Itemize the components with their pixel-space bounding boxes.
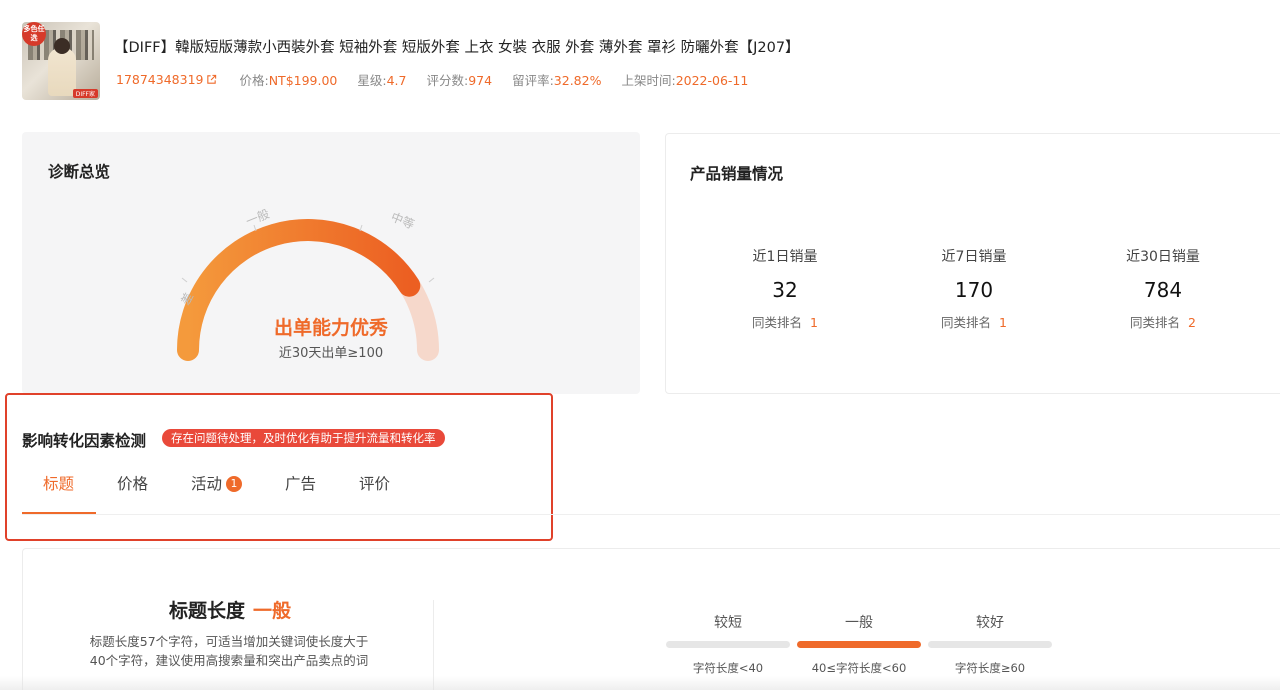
scale-short: 较短 字符长度<40	[666, 612, 790, 676]
tab-activity[interactable]: 活动 1	[191, 472, 243, 494]
product-id-link[interactable]: 17874348319	[116, 72, 217, 87]
gauge-sub-text: 近30天出单≥100	[278, 346, 384, 361]
title-length-heading: 标题长度 一般	[120, 596, 340, 623]
price-value: NT$199.00	[268, 73, 338, 88]
thumb-tag: DIFF家	[72, 89, 98, 98]
sales-value: 32	[772, 278, 798, 302]
rank-label: 同类排名	[941, 315, 992, 330]
external-link-icon	[207, 74, 217, 84]
reviews-value: 974	[468, 73, 493, 88]
sales-rank: 同类排名 1	[899, 312, 1049, 331]
gauge-label-excellent: 优秀	[457, 295, 458, 323]
price-label: 价格:	[239, 73, 269, 88]
tab-label: 广告	[285, 475, 317, 493]
tab-title[interactable]: 标题	[43, 472, 74, 494]
listed-label: 上架时间:	[621, 73, 676, 88]
title-length-level: 一般	[253, 600, 292, 622]
sales-col-7d: 近7日销量 170 同类排名 1	[899, 246, 1049, 331]
scale-name: 一般	[845, 615, 873, 631]
rank-value: 1	[999, 315, 1007, 330]
sales-label: 近7日销量	[941, 249, 1007, 265]
reviews-label: 评分数:	[426, 73, 469, 88]
rank-label: 同类排名	[1130, 315, 1181, 330]
gauge-label-fair: 一般	[244, 206, 272, 229]
product-thumbnail[interactable]: 多色任选 DIFF家	[22, 22, 100, 100]
gauge-main-text: 出单能力优秀	[273, 317, 388, 339]
scale-medium: 一般 40≤字符长度<60	[797, 612, 921, 676]
thumb-model-head	[54, 38, 70, 54]
title-length-description: 标题长度57个字符，可适当增加关键词使长度大于40个字符，建议使用高搜索量和突出…	[89, 634, 369, 668]
tab-count-badge: 1	[226, 476, 243, 492]
highlight-frame	[5, 393, 553, 541]
scale-bar	[797, 641, 921, 648]
sales-rank: 同类排名 2	[1088, 312, 1238, 331]
product-id: 17874348319	[116, 72, 204, 87]
diagnosis-title: 诊断总览	[48, 163, 111, 181]
sales-col-1d: 近1日销量 32 同类排名 1	[710, 246, 860, 331]
thumb-model	[48, 48, 76, 96]
tab-label: 活动	[191, 475, 223, 493]
scale-bar	[928, 641, 1052, 648]
scale-good: 较好 字符长度≥60	[928, 612, 1052, 676]
sales-rank: 同类排名 1	[710, 312, 860, 331]
rating-label: 星级:	[357, 73, 387, 88]
retention-label: 留评率:	[512, 73, 554, 88]
tab-label: 价格	[117, 475, 149, 493]
scale-name: 较好	[976, 615, 1004, 631]
product-title: 【DIFF】韓版短版薄款小西裝外套 短袖外套 短版外套 上衣 女裝 衣服 外套 …	[114, 40, 800, 56]
sales-value: 170	[954, 278, 994, 302]
scale-rule: 字符长度<40	[692, 661, 764, 675]
thumb-badge: 多色任选	[22, 22, 46, 46]
tab-ads[interactable]: 广告	[285, 472, 316, 494]
rating-field: 星级:4.7	[357, 70, 406, 89]
sales-title: 产品销量情况	[690, 165, 784, 183]
scale-rule: 40≤字符长度<60	[811, 661, 907, 675]
listed-field: 上架时间:2022-06-11	[621, 70, 748, 89]
tab-label: 评价	[359, 475, 391, 493]
factor-title: 影响转化因素检测	[22, 432, 147, 450]
sales-value: 784	[1143, 278, 1183, 302]
tabs-divider	[22, 514, 1280, 515]
price-field: 价格:NT$199.00	[239, 70, 337, 89]
reviews-field: 评分数:974	[427, 70, 493, 89]
retention-value: 32.82%	[553, 73, 602, 88]
sales-card: 产品销量情况 近1日销量 32 同类排名 1 近7日销量 170 同类排名 1 近3…	[665, 133, 1280, 394]
title-length-label: 标题长度	[168, 600, 245, 622]
scale-bar	[666, 641, 790, 648]
rating-value: 4.7	[386, 73, 407, 88]
sales-label: 近30日销量	[1126, 249, 1200, 265]
scale-rule: 字符长度≥60	[954, 661, 1026, 675]
tab-label: 标题	[43, 475, 75, 493]
gauge-label-medium: 中等	[389, 209, 417, 232]
tab-price[interactable]: 价格	[117, 472, 148, 494]
scale-name: 较短	[714, 615, 742, 631]
rank-value: 2	[1188, 315, 1196, 330]
rank-label: 同类排名	[752, 315, 803, 330]
product-meta-row: 17874348319 价格:NT$199.00 星级:4.7 评分数:974 …	[116, 70, 768, 89]
bottom-shadow	[0, 676, 1280, 690]
factor-alert-badge: 存在问题待处理，及时优化有助于提升流量和转化率	[162, 429, 445, 447]
sales-col-30d: 近30日销量 784 同类排名 2	[1088, 246, 1238, 331]
listed-value: 2022-06-11	[675, 73, 749, 88]
sales-label: 近1日销量	[752, 249, 818, 265]
retention-field: 留评率:32.82%	[512, 70, 601, 89]
active-tab-indicator	[22, 512, 96, 514]
rank-value: 1	[810, 315, 818, 330]
tab-reviews[interactable]: 评价	[359, 472, 390, 494]
